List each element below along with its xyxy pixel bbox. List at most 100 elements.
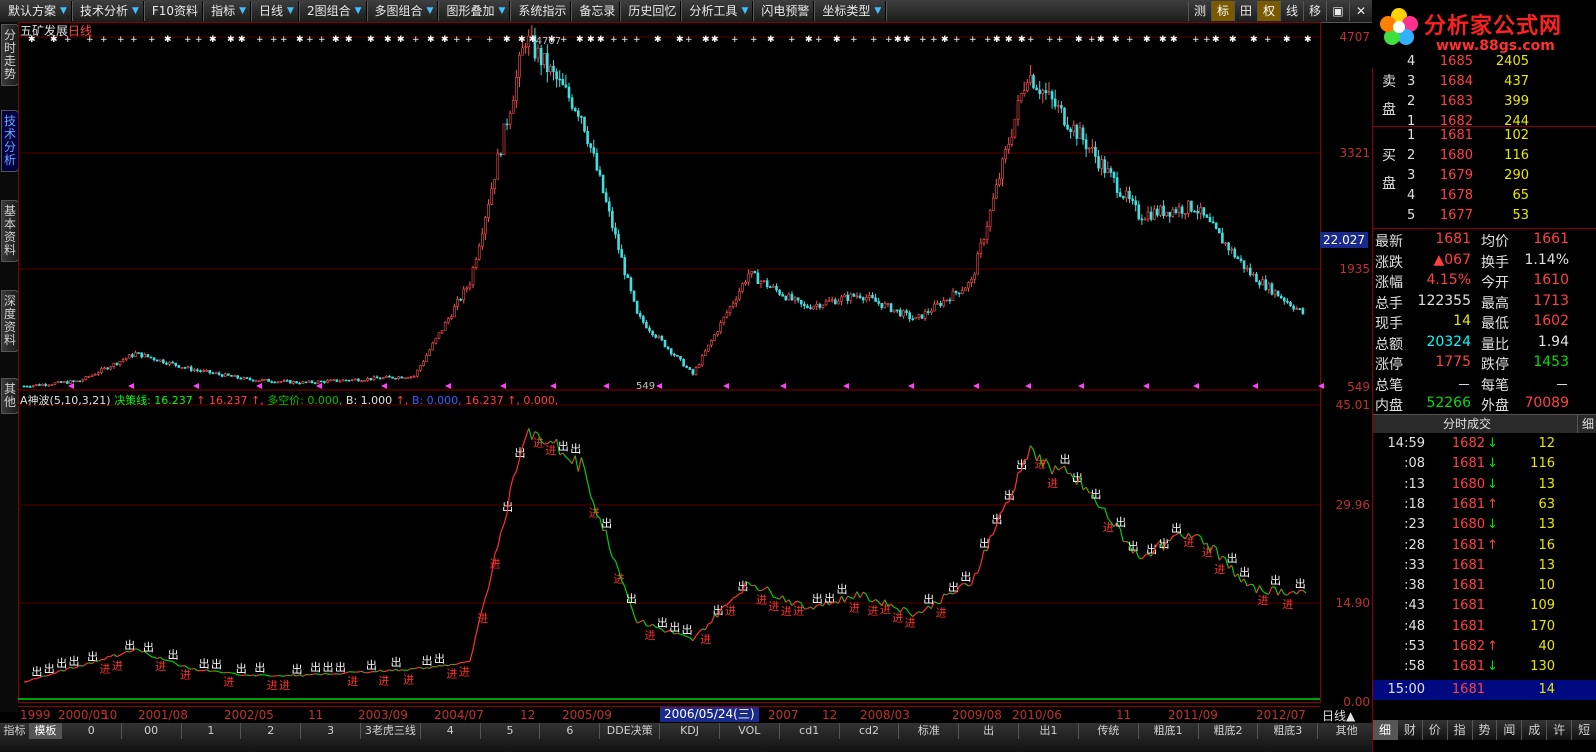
indicator-tab[interactable]: 3 — [301, 723, 361, 739]
indicator-segment — [844, 595, 849, 603]
toolbar-button[interactable]: 权 — [1257, 1, 1280, 21]
candle — [1134, 200, 1137, 206]
candle — [143, 354, 147, 358]
toolbar-button[interactable]: ▣ — [1326, 1, 1349, 21]
indicator-segment — [1057, 467, 1062, 471]
indicator-segment — [1252, 584, 1258, 594]
indicator-segment — [1268, 586, 1273, 595]
indicator-tab[interactable]: 00 — [122, 723, 182, 739]
candle — [515, 77, 518, 101]
indicator-tab[interactable]: 其他 — [1318, 723, 1377, 739]
toolbar-button[interactable]: ✕ — [1349, 1, 1372, 21]
candle — [722, 316, 726, 323]
indicator-tab[interactable]: cd2 — [840, 723, 900, 739]
candle — [1168, 211, 1172, 217]
indicator-tab[interactable]: 标准 — [899, 723, 960, 739]
marker: + — [1046, 35, 1054, 45]
indicator-segment — [992, 525, 997, 535]
panel-tab[interactable]: 财 — [1398, 720, 1423, 740]
candle — [787, 293, 791, 301]
indicator-segment — [1259, 585, 1264, 592]
indicator-tab[interactable]: VOL — [720, 723, 780, 739]
indicator-segment — [386, 669, 390, 672]
menu-item[interactable]: 默认方案 ▼ — [0, 1, 72, 21]
indicator-tab[interactable]: DDE决策 — [600, 723, 661, 739]
indicator-tab[interactable]: 粗底1 — [1139, 723, 1199, 739]
ticks-detail-button[interactable]: 细 — [1577, 415, 1594, 433]
indicator-tab[interactable]: 0 — [62, 723, 122, 739]
indicator-tab[interactable]: 传统 — [1079, 723, 1139, 739]
menu-item[interactable]: 指标 ▼ — [203, 1, 251, 21]
menu-item[interactable]: 坐标类型 ▼ — [814, 1, 887, 21]
indicator-tab[interactable]: 粗底3 — [1258, 723, 1319, 739]
toolbar-button[interactable]: 移 — [1303, 1, 1326, 21]
toolbar-button[interactable]: 测 — [1188, 1, 1211, 21]
indicator-tab[interactable]: 2 — [241, 723, 302, 739]
indicator-tab[interactable]: 4 — [421, 723, 481, 739]
indicator-tab[interactable]: 粗底2 — [1199, 723, 1259, 739]
buy-arrow-icon — [973, 383, 979, 389]
candle — [988, 210, 992, 227]
indicator-tab[interactable]: 3老虎三线 — [361, 723, 421, 739]
candle — [341, 379, 345, 382]
indicator-tab[interactable]: KDJ — [660, 723, 720, 739]
panel-tab[interactable]: 许 — [1547, 720, 1573, 740]
indicator-segment — [773, 596, 777, 599]
candle — [728, 306, 732, 314]
indicator-segment — [568, 459, 573, 465]
quote-row: 总手 122355 最高 1713 — [1373, 293, 1596, 314]
panel-tab[interactable]: 细 — [1373, 720, 1398, 740]
panel-tab[interactable]: 价 — [1423, 720, 1448, 740]
marker: ✱ — [296, 35, 304, 45]
panel-tab[interactable]: 短 — [1572, 720, 1596, 740]
candle — [886, 303, 890, 305]
panel-tab[interactable]: 势 — [1473, 720, 1498, 740]
menu-item[interactable]: 分析工具 ▼ — [681, 1, 754, 21]
menu-item[interactable]: 图形叠加 ▼ — [438, 1, 511, 21]
toolbar-button[interactable]: 田 — [1234, 1, 1257, 21]
left-tab[interactable]: 基本资料 — [1, 200, 19, 262]
indicator-tab[interactable]: 5 — [481, 723, 541, 739]
toolbar-button[interactable]: 标 — [1211, 1, 1234, 21]
panel-tab[interactable]: 闻 — [1497, 720, 1523, 740]
indicator-tab[interactable]: 1 — [182, 723, 242, 739]
left-tab[interactable]: 分时走势 — [1, 24, 19, 86]
candle — [561, 78, 565, 86]
menu-item[interactable]: 2图组合 ▼ — [299, 1, 367, 21]
menu-item[interactable]: 备忘录 — [571, 1, 621, 21]
indicator-tab[interactable]: 6 — [540, 723, 601, 739]
left-tab[interactable]: 技术分析 — [1, 110, 19, 172]
indicator-tab[interactable]: 模板 — [29, 723, 62, 739]
indicator-tab[interactable]: cd1 — [780, 723, 840, 739]
indicator-segment — [395, 668, 399, 672]
menu-item[interactable]: 日线 ▼ — [251, 1, 299, 21]
marker: ✱ — [654, 35, 662, 45]
period-indicator[interactable]: 日线▲ — [1322, 707, 1355, 724]
menu-item[interactable]: 历史回忆 — [620, 1, 682, 21]
toolbar-button[interactable]: 线 — [1280, 1, 1303, 21]
date-label: 2009/08 — [952, 708, 1002, 722]
menu-item[interactable]: 闪电预警 — [753, 1, 815, 21]
candle — [889, 303, 893, 313]
panel-tab[interactable]: 成 — [1522, 720, 1548, 740]
panel-tab[interactable]: 指 — [1448, 720, 1473, 740]
date-label: 11 — [308, 708, 324, 722]
left-tab[interactable]: 深度资料 — [1, 290, 19, 352]
indicator-segment — [163, 659, 167, 661]
kline-chart[interactable]: ✱ ✱ + + + + + + ✱ + + ✱ ✱ ✱ + + + ✱ + + ✱ ✱ ✱ ✱ ✱ + ✱ ✱ + + + ✱ ✱ ✱ ✱ + ✱ ✱ ✱ +… — [18, 22, 1372, 706]
candle — [806, 305, 809, 308]
tick-price: 1681 — [1451, 659, 1485, 675]
indicator-tab[interactable]: 指标 — [0, 723, 30, 739]
indicator-tab[interactable]: 出1 — [1019, 723, 1079, 739]
in-signal-label: 进 — [279, 679, 290, 692]
quote-value: 1.94 — [1537, 333, 1569, 350]
menu-item[interactable]: 系统指示 — [510, 1, 572, 21]
left-tab[interactable]: 其他 — [1, 378, 19, 414]
candle — [400, 376, 404, 379]
menu-item[interactable]: 技术分析 ▼ — [72, 1, 144, 21]
menu-item[interactable]: 多图组合 ▼ — [367, 1, 439, 21]
indicator-segment — [614, 560, 620, 570]
menu-item[interactable]: F10资料 — [144, 1, 204, 21]
candle — [1146, 211, 1150, 220]
indicator-tab[interactable]: 出 — [959, 723, 1020, 739]
